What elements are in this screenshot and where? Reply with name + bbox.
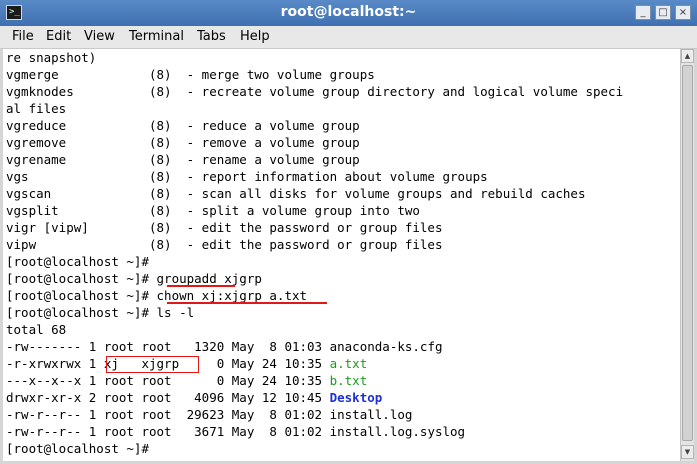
listing-row: -rw-r--r-- 1 root root 29623 May 8 01:02… bbox=[6, 406, 412, 423]
maximize-button[interactable]: □ bbox=[655, 5, 671, 20]
terminal-line: re snapshot) bbox=[6, 50, 97, 65]
menu-edit[interactable]: Edit bbox=[46, 29, 71, 44]
terminal-line: vgmerge (8) - merge two volume groups bbox=[6, 67, 375, 82]
prompt-line: [root@localhost ~]# bbox=[6, 254, 149, 269]
menu-file[interactable]: File bbox=[12, 29, 34, 44]
groupadd-underline bbox=[167, 285, 235, 287]
terminal-line: vgreduce (8) - reduce a volume group bbox=[6, 118, 360, 133]
file-meta: drwxr-xr-x 2 root root 4096 May 12 10:45 bbox=[6, 390, 330, 405]
ls-command-line: [root@localhost ~]# ls -l bbox=[6, 305, 195, 320]
file-meta: ---x--x--x 1 root root 0 May 24 10:35 bbox=[6, 373, 330, 388]
close-button[interactable]: × bbox=[675, 5, 691, 20]
menu-bar: File Edit View Terminal Tabs Help bbox=[0, 26, 697, 49]
terminal-line: vgrename (8) - rename a volume group bbox=[6, 152, 360, 167]
terminal-line: vgremove (8) - remove a volume group bbox=[6, 135, 360, 150]
window-title: root@localhost:~ bbox=[280, 4, 417, 20]
title-bar[interactable]: >_ root@localhost:~ _ □ × bbox=[0, 0, 697, 26]
file-name-desktop: Desktop bbox=[329, 390, 383, 405]
listing-row: drwxr-xr-x 2 root root 4096 May 12 10:45… bbox=[6, 389, 382, 406]
file-meta: -rw-r--r-- 1 root root 29623 May 8 01:02 bbox=[6, 407, 330, 422]
owner-group-highlight-box bbox=[106, 356, 199, 373]
file-meta: -rw-r--r-- 1 root root 3671 May 8 01:02 bbox=[6, 424, 330, 439]
terminal-line: vgscan (8) - scan all disks for volume g… bbox=[6, 186, 586, 201]
scroll-thumb[interactable] bbox=[682, 65, 693, 441]
chown-underline bbox=[167, 302, 327, 304]
vertical-scrollbar[interactable]: ▲ ▼ bbox=[680, 49, 694, 461]
terminal-output[interactable]: re snapshot) vgmerge (8) - merge two vol… bbox=[3, 49, 680, 461]
final-prompt-line: [root@localhost ~]# bbox=[6, 441, 149, 456]
file-meta: -rw------- 1 root root 1320 May 8 01:03 bbox=[6, 339, 330, 354]
file-name-install-log-syslog: install.log.syslog bbox=[329, 424, 466, 439]
total-line: total 68 bbox=[6, 322, 67, 337]
file-name-b-txt: b.txt bbox=[329, 373, 368, 388]
menu-view[interactable]: View bbox=[84, 29, 115, 44]
minimize-button[interactable]: _ bbox=[635, 5, 651, 20]
listing-row: ---x--x--x 1 root root 0 May 24 10:35 b.… bbox=[6, 372, 367, 389]
terminal-line: vipw (8) - edit the password or group fi… bbox=[6, 237, 443, 252]
terminal-line: vgsplit (8) - split a volume group into … bbox=[6, 203, 420, 218]
menu-terminal[interactable]: Terminal bbox=[129, 29, 184, 44]
terminal-line: vigr [vipw] (8) - edit the password or g… bbox=[6, 220, 443, 235]
terminal-line: vgmknodes (8) - recreate volume group di… bbox=[6, 84, 624, 99]
terminal-line: al files bbox=[6, 101, 67, 116]
listing-row: -rw------- 1 root root 1320 May 8 01:03 … bbox=[6, 338, 443, 355]
menu-tabs[interactable]: Tabs bbox=[197, 29, 226, 44]
menu-help[interactable]: Help bbox=[240, 29, 270, 44]
file-name-anaconda: anaconda-ks.cfg bbox=[329, 339, 443, 354]
scroll-down-icon[interactable]: ▼ bbox=[681, 445, 694, 459]
terminal-line: vgs (8) - report information about volum… bbox=[6, 169, 488, 184]
file-name-a-txt: a.txt bbox=[329, 356, 368, 371]
listing-row: -rw-r--r-- 1 root root 3671 May 8 01:02 … bbox=[6, 423, 465, 440]
scroll-up-icon[interactable]: ▲ bbox=[681, 49, 694, 63]
file-name-install-log: install.log bbox=[329, 407, 413, 422]
